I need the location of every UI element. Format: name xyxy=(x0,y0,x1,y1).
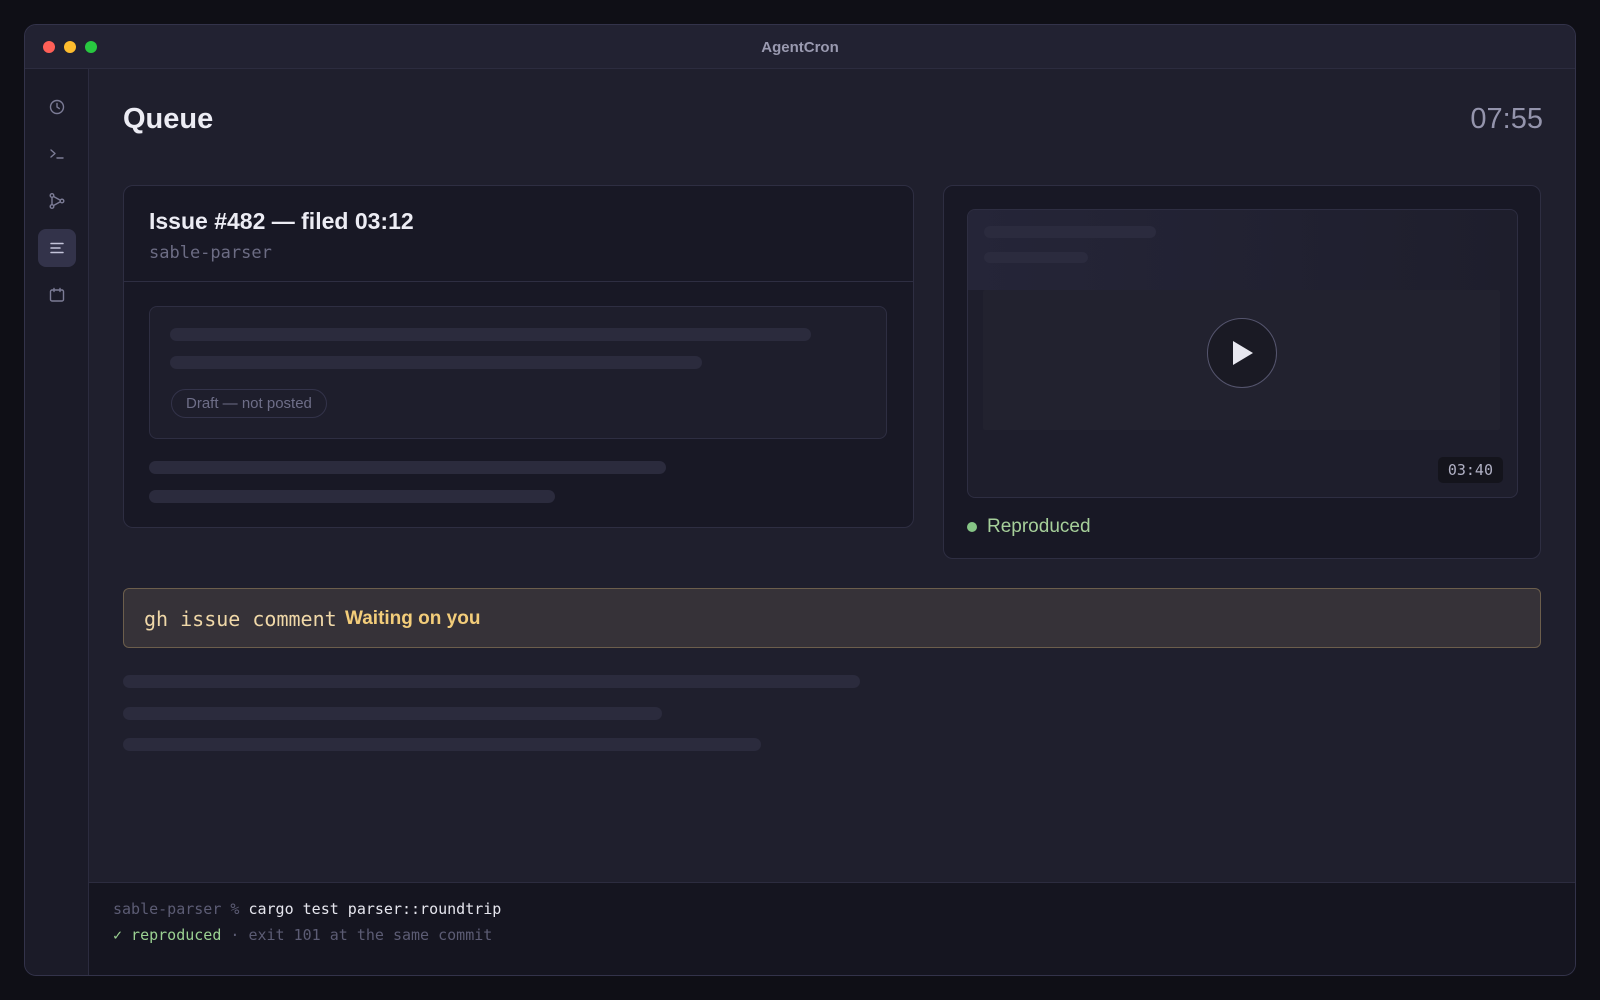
current-time: 07:55 xyxy=(1470,103,1543,135)
pending-status: Waiting on you xyxy=(345,608,481,629)
app-window: AgentCron Queue 07:55 Issue #482 — filed… xyxy=(24,24,1576,976)
app-title: AgentCron xyxy=(761,39,839,56)
placeholder-line xyxy=(123,738,761,751)
reproduction-status: Reproduced xyxy=(967,516,1091,538)
terminal-command-line: sable-parser % cargo test parser::roundt… xyxy=(113,900,501,918)
placeholder-line xyxy=(984,226,1156,238)
recording-card: 03:40 Reproduced xyxy=(943,185,1541,559)
sidebar-item-history[interactable] xyxy=(38,88,76,126)
recording-player[interactable]: 03:40 xyxy=(967,209,1518,498)
issue-card[interactable]: Issue #482 — filed 03:12 sable-parser Dr… xyxy=(123,185,914,528)
recording-timecode: 03:40 xyxy=(1437,457,1503,483)
page-title: Queue xyxy=(123,103,214,135)
placeholder-line xyxy=(170,356,702,369)
terminal-output-line: ✓ reproduced · exit 101 at the same comm… xyxy=(113,926,492,944)
video-frame-header xyxy=(968,210,1517,290)
placeholder-line xyxy=(149,490,555,503)
git-branch-icon xyxy=(49,193,65,209)
placeholder-line xyxy=(123,675,860,688)
terminal-command: cargo test parser::roundtrip xyxy=(248,900,502,918)
placeholder-line xyxy=(170,328,811,341)
placeholder-line xyxy=(149,461,666,474)
terminal-result-mark: ✓ reproduced xyxy=(113,926,222,944)
status-dot xyxy=(967,522,977,532)
play-button[interactable] xyxy=(1207,318,1277,388)
clock-icon xyxy=(49,99,65,115)
draft-badge: Draft — not posted xyxy=(171,389,327,418)
main-content: Queue 07:55 Issue #482 — filed 03:12 sab… xyxy=(89,69,1575,975)
placeholder-line xyxy=(984,252,1088,263)
terminal-prompt: sable-parser % xyxy=(113,900,249,918)
placeholder-line xyxy=(123,707,662,720)
pending-command: gh issue comment xyxy=(144,607,337,631)
status-label: Reproduced xyxy=(987,516,1091,537)
sidebar xyxy=(25,69,89,975)
issue-header: Issue #482 — filed 03:12 sable-parser xyxy=(124,186,913,282)
pending-action-bar[interactable]: gh issue comment Waiting on you xyxy=(123,588,1541,648)
sidebar-item-queue[interactable] xyxy=(38,229,76,267)
sidebar-item-branches[interactable] xyxy=(38,182,76,220)
terminal-result-detail: · exit 101 at the same commit xyxy=(221,926,493,944)
issue-repo: sable-parser xyxy=(149,243,272,263)
calendar-icon xyxy=(49,287,65,302)
terminal-panel[interactable]: sable-parser % cargo test parser::roundt… xyxy=(89,882,1575,975)
list-icon xyxy=(50,242,64,254)
play-icon xyxy=(1233,341,1253,365)
titlebar: AgentCron xyxy=(25,25,1575,69)
terminal-icon xyxy=(50,149,64,159)
draft-comment[interactable]: Draft — not posted xyxy=(149,306,887,439)
sidebar-item-terminal[interactable] xyxy=(38,135,76,173)
sidebar-item-schedule[interactable] xyxy=(38,276,76,314)
issue-title: Issue #482 — filed 03:12 xyxy=(149,208,414,234)
